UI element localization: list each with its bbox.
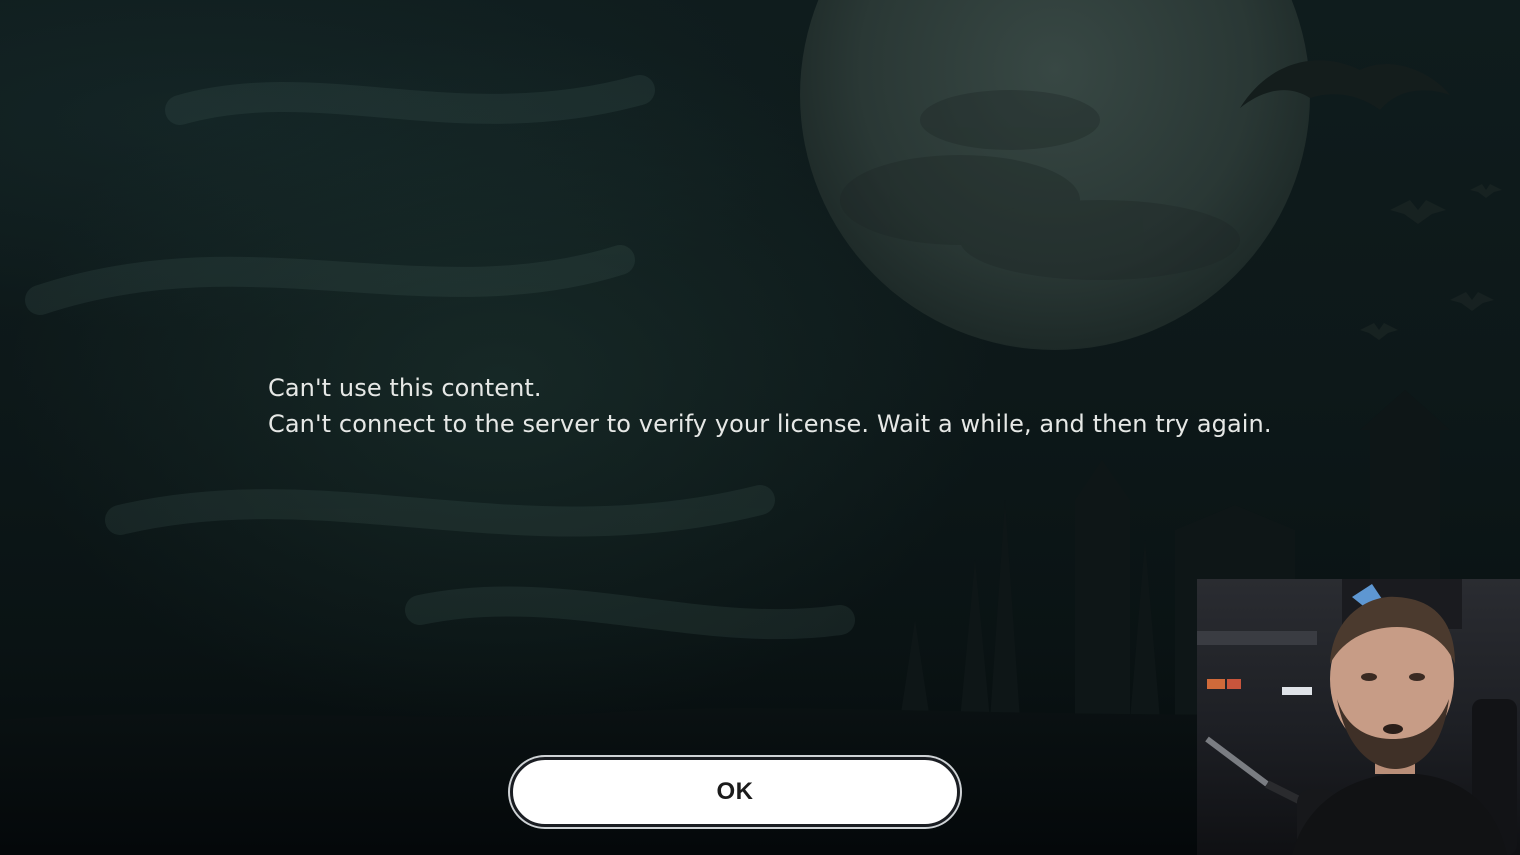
ok-button[interactable]: OK: [510, 757, 960, 827]
dialog-title: Can't use this content.: [268, 374, 542, 402]
dialog-message-block: Can't use this content. Can't connect to…: [268, 370, 1272, 442]
mist: [25, 75, 855, 640]
webcam-person-image: [1197, 579, 1517, 855]
bat-swarm: [1360, 184, 1502, 340]
dialog-message: Can't connect to the server to verify yo…: [268, 410, 1272, 438]
ok-button-label: OK: [716, 778, 754, 805]
webcam-overlay: [1197, 579, 1520, 855]
screen: Can't use this content. Can't connect to…: [0, 0, 1520, 855]
